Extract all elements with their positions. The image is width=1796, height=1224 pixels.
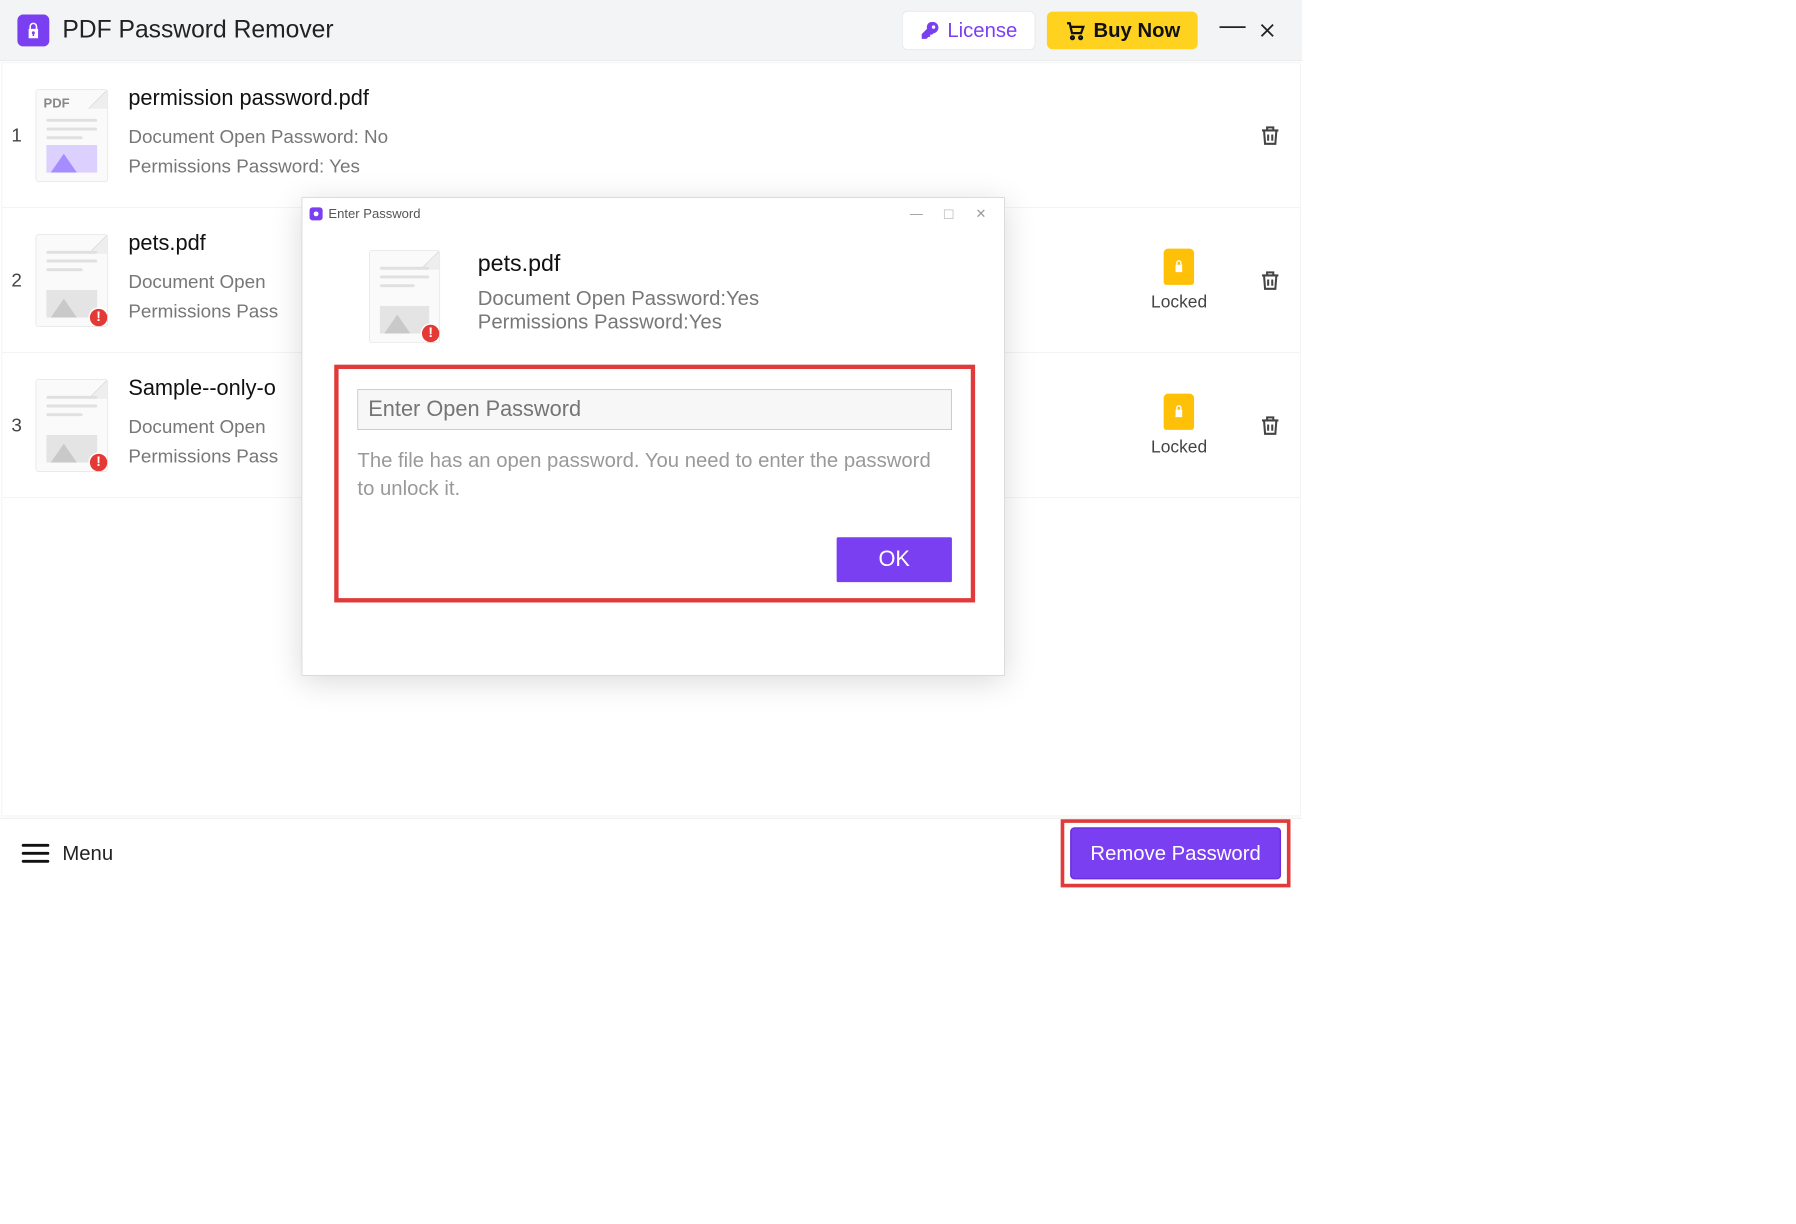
- key-icon: [920, 20, 940, 40]
- dialog-file-name: pets.pdf: [478, 250, 759, 277]
- lock-icon: [1164, 248, 1194, 284]
- dialog-maximize-button[interactable]: [944, 209, 953, 218]
- app-icon: [310, 207, 323, 220]
- dialog-permissions-password: Permissions Password:Yes: [478, 310, 759, 333]
- alert-icon: !: [88, 307, 108, 327]
- menu-label: Menu: [62, 841, 113, 864]
- delete-button[interactable]: [1258, 268, 1283, 293]
- remove-password-button[interactable]: Remove Password: [1070, 827, 1281, 879]
- footer-bar: Menu Remove Password: [0, 818, 1302, 888]
- app-icon: [17, 14, 49, 46]
- app-title: PDF Password Remover: [62, 16, 333, 44]
- trash-icon: [1258, 123, 1283, 148]
- delete-button[interactable]: [1258, 123, 1283, 148]
- file-open-password: Document Open Password: No: [128, 125, 1258, 147]
- locked-indicator: Locked: [1151, 393, 1207, 457]
- remove-password-highlight: Remove Password: [1061, 819, 1291, 887]
- alert-icon: !: [421, 323, 441, 343]
- file-permissions-password: Permissions Password: Yes: [128, 155, 1258, 177]
- window-close-button[interactable]: [1250, 13, 1285, 48]
- title-bar: PDF Password Remover License Buy Now —: [0, 0, 1302, 61]
- password-input[interactable]: [357, 389, 952, 430]
- dialog-minimize-button[interactable]: —: [900, 206, 932, 221]
- dialog-open-password: Document Open Password:Yes: [478, 287, 759, 310]
- dialog-hint: The file has an open password. You need …: [357, 446, 952, 503]
- row-index: 2: [7, 269, 27, 291]
- license-button[interactable]: License: [902, 11, 1036, 50]
- lock-icon: [1164, 393, 1194, 429]
- license-label: License: [947, 18, 1017, 41]
- alert-icon: !: [88, 452, 108, 472]
- cart-icon: [1064, 19, 1086, 41]
- file-row[interactable]: 1 PDF permission password.pdf Document O…: [2, 63, 1300, 208]
- close-icon: [1259, 21, 1276, 38]
- trash-icon: [1258, 268, 1283, 293]
- dialog-title: Enter Password: [328, 206, 420, 221]
- row-index: 3: [7, 414, 27, 436]
- dialog-title-bar[interactable]: Enter Password — ✕: [302, 198, 1004, 230]
- dialog-highlight-box: The file has an open password. You need …: [334, 365, 975, 603]
- trash-icon: [1258, 413, 1283, 438]
- delete-button[interactable]: [1258, 413, 1283, 438]
- locked-label: Locked: [1151, 437, 1207, 457]
- enter-password-dialog: Enter Password — ✕ ! pets.pdf Document O…: [302, 197, 1005, 676]
- window-minimize-button[interactable]: —: [1215, 7, 1250, 42]
- dialog-close-button[interactable]: ✕: [965, 206, 997, 221]
- row-index: 1: [7, 124, 27, 146]
- file-name: permission password.pdf: [128, 86, 1258, 111]
- buy-now-label: Buy Now: [1093, 18, 1180, 41]
- hamburger-icon: [22, 844, 50, 863]
- file-thumbnail: PDF: [36, 89, 109, 182]
- locked-label: Locked: [1151, 292, 1207, 312]
- file-thumbnail: !: [36, 379, 109, 472]
- file-thumbnail: !: [36, 234, 109, 327]
- menu-button[interactable]: Menu: [12, 836, 124, 871]
- dialog-file-thumbnail: !: [369, 250, 440, 343]
- ok-button[interactable]: OK: [836, 537, 952, 582]
- locked-indicator: Locked: [1151, 248, 1207, 312]
- pdf-badge: PDF: [44, 95, 70, 110]
- buy-now-button[interactable]: Buy Now: [1047, 11, 1198, 49]
